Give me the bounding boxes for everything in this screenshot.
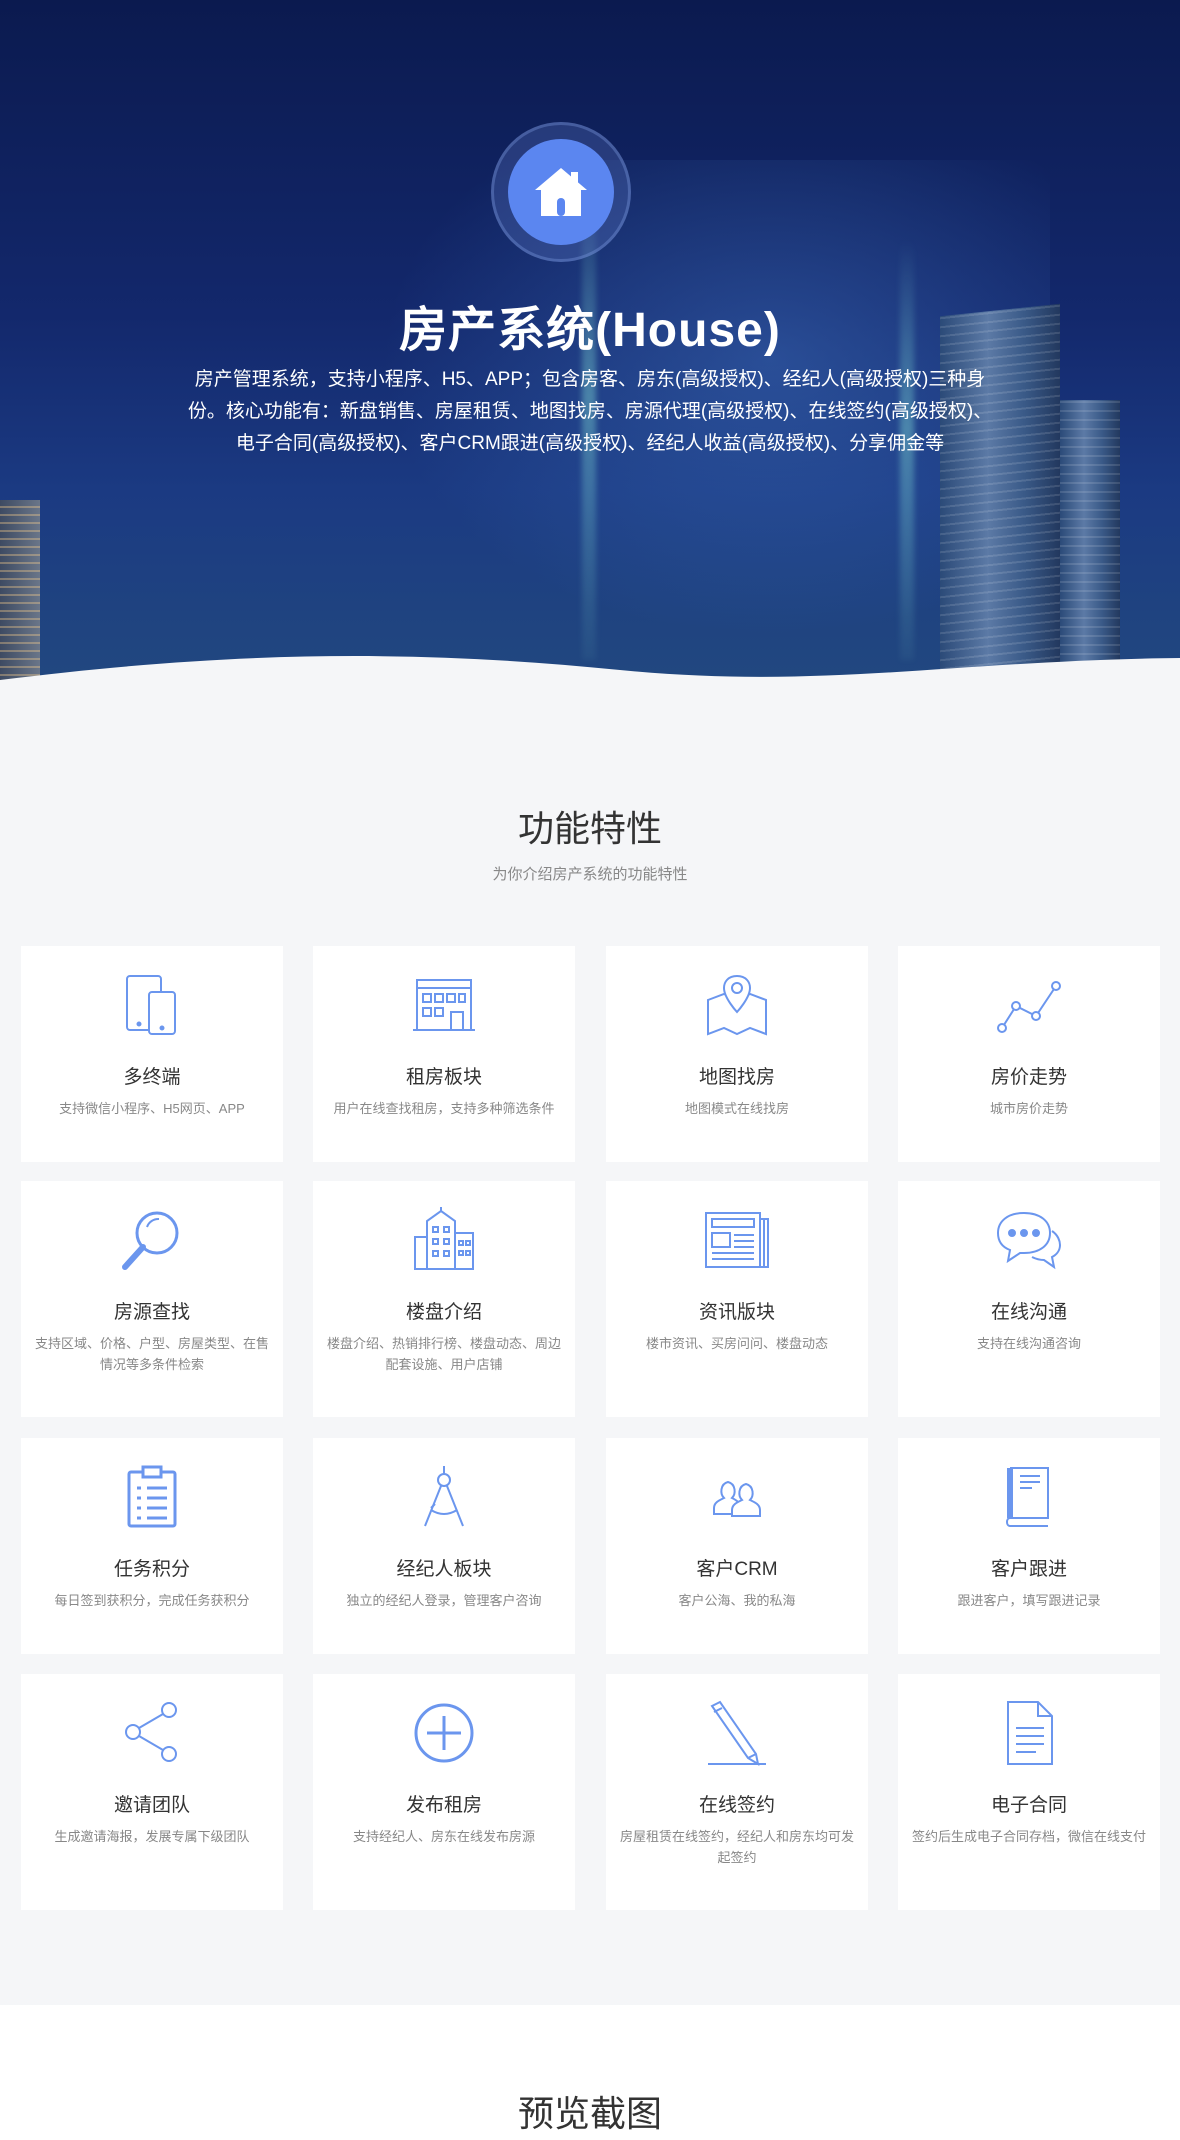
trend-line-icon xyxy=(997,981,1061,1033)
feature-desc: 房屋租赁在线签约，经纪人和房东均可发起签约 xyxy=(619,1829,854,1865)
feature-desc: 城市房价走势 xyxy=(989,1101,1068,1116)
feature-card[interactable]: 楼盘介绍 楼盘介绍、热销排行榜、楼盘动态、周边配套设施、用户店铺 xyxy=(313,1181,575,1417)
feature-desc: 每日签到获积分，完成任务获积分 xyxy=(54,1593,250,1608)
notebook-icon xyxy=(1006,1467,1049,1527)
chat-bubbles-icon xyxy=(996,1211,1062,1270)
feature-desc: 地图模式在线找房 xyxy=(684,1101,789,1116)
search-icon xyxy=(122,1211,179,1270)
feature-name: 经纪人板块 xyxy=(396,1559,492,1580)
feature-card[interactable]: 在线沟通 支持在线沟通咨询 xyxy=(898,1181,1160,1417)
feature-name: 客户跟进 xyxy=(990,1559,1067,1580)
buildings-icon xyxy=(414,1207,474,1270)
feature-name: 地图找房 xyxy=(698,1067,775,1088)
feature-desc: 独立的经纪人登录，管理客户咨询 xyxy=(346,1593,542,1608)
hero-description: 房产管理系统，支持小程序、H5、APP；包含房客、房东(高级授权)、经纪人(高级… xyxy=(187,369,993,454)
preview-title: 预览截图 xyxy=(517,2093,662,2134)
feature-card[interactable]: 客户跟进 跟进客户，填写跟进记录 xyxy=(898,1438,1160,1654)
feature-desc: 签约后生成电子合同存档，微信在线支付 xyxy=(911,1829,1146,1844)
feature-card[interactable]: 在线签约 房屋租赁在线签约，经纪人和房东均可发起签约 xyxy=(606,1674,868,1910)
map-pin-icon xyxy=(707,974,767,1036)
feature-desc: 跟进客户，填写跟进记录 xyxy=(957,1593,1101,1608)
feature-desc: 支持经纪人、房东在线发布房源 xyxy=(352,1829,535,1844)
plus-circle-icon xyxy=(414,1703,474,1763)
feature-card[interactable]: 经纪人板块 独立的经纪人登录，管理客户咨询 xyxy=(313,1438,575,1654)
feature-name: 邀请团队 xyxy=(113,1795,190,1816)
feature-card[interactable]: 房价走势 城市房价走势 xyxy=(898,946,1160,1162)
devices-icon xyxy=(126,975,176,1035)
feature-name: 资讯版块 xyxy=(698,1302,775,1323)
feature-card[interactable]: 资讯版块 楼市资讯、买房问问、楼盘动态 xyxy=(606,1181,868,1417)
feature-name: 在线签约 xyxy=(698,1795,775,1816)
feature-name: 房源查找 xyxy=(113,1302,190,1323)
feature-name: 在线沟通 xyxy=(990,1302,1067,1323)
preview-section: 预览截图 xyxy=(0,2005,1180,2140)
pencil-icon xyxy=(708,1700,766,1766)
users-icon xyxy=(713,1480,761,1517)
feature-card[interactable]: 租房板块 用户在线查找租房，支持多种筛选条件 xyxy=(313,946,575,1162)
feature-card[interactable]: 地图找房 地图模式在线找房 xyxy=(606,946,868,1162)
feature-name: 发布租房 xyxy=(405,1795,482,1816)
feature-desc: 支持区域、价格、户型、房屋类型、在售情况等多条件检索 xyxy=(34,1336,269,1372)
feature-name: 客户CRM xyxy=(696,1559,778,1580)
feature-name: 房价走势 xyxy=(990,1067,1067,1088)
feature-desc: 支持在线沟通咨询 xyxy=(976,1336,1081,1351)
share-icon xyxy=(125,1702,177,1762)
hero-banner: 房产系统(House) 房产管理系统，支持小程序、H5、APP；包含房客、房东(… xyxy=(0,0,1180,700)
feature-desc: 生成邀请海报，发展专属下级团队 xyxy=(54,1829,250,1844)
features-title: 功能特性 xyxy=(517,808,662,849)
feature-desc: 楼市资讯、买房问问、楼盘动态 xyxy=(645,1336,828,1351)
feature-name: 电子合同 xyxy=(990,1795,1067,1816)
feature-card[interactable]: 客户CRM 客户公海、我的私海 xyxy=(606,1438,868,1654)
feature-card[interactable]: 邀请团队 生成邀请海报，发展专属下级团队 xyxy=(21,1674,283,1910)
hero-title: 房产系统(House) xyxy=(399,304,781,357)
feature-desc: 客户公海、我的私海 xyxy=(678,1593,796,1608)
building-icon xyxy=(413,979,475,1031)
feature-name: 任务积分 xyxy=(113,1559,190,1580)
feature-desc: 楼盘介绍、热销排行榜、楼盘动态、周边配套设施、用户店铺 xyxy=(326,1336,561,1372)
house-icon xyxy=(535,168,587,216)
feature-card[interactable]: 电子合同 签约后生成电子合同存档，微信在线支付 xyxy=(898,1674,1160,1910)
feature-name: 租房板块 xyxy=(405,1067,482,1088)
document-icon xyxy=(1007,1701,1053,1765)
logo-badge xyxy=(491,122,631,262)
feature-name: 楼盘介绍 xyxy=(405,1302,482,1323)
hero-wave-divider xyxy=(0,656,1180,720)
newspaper-icon xyxy=(705,1212,769,1268)
compass-icon xyxy=(424,1466,464,1527)
feature-card[interactable]: 发布租房 支持经纪人、房东在线发布房源 xyxy=(313,1674,575,1910)
feature-card[interactable]: 房源查找 支持区域、价格、户型、房屋类型、在售情况等多条件检索 xyxy=(21,1181,283,1417)
features-subtitle: 为你介绍房产系统的功能特性 xyxy=(492,866,688,883)
feature-card[interactable]: 多终端 支持微信小程序、H5网页、APP xyxy=(21,946,283,1162)
feature-name: 多终端 xyxy=(123,1067,181,1088)
feature-desc: 支持微信小程序、H5网页、APP xyxy=(59,1101,245,1116)
feature-desc: 用户在线查找租房，支持多种筛选条件 xyxy=(333,1101,555,1116)
clipboard-icon xyxy=(127,1465,177,1528)
feature-card[interactable]: 任务积分 每日签到获积分，完成任务获积分 xyxy=(21,1438,283,1654)
